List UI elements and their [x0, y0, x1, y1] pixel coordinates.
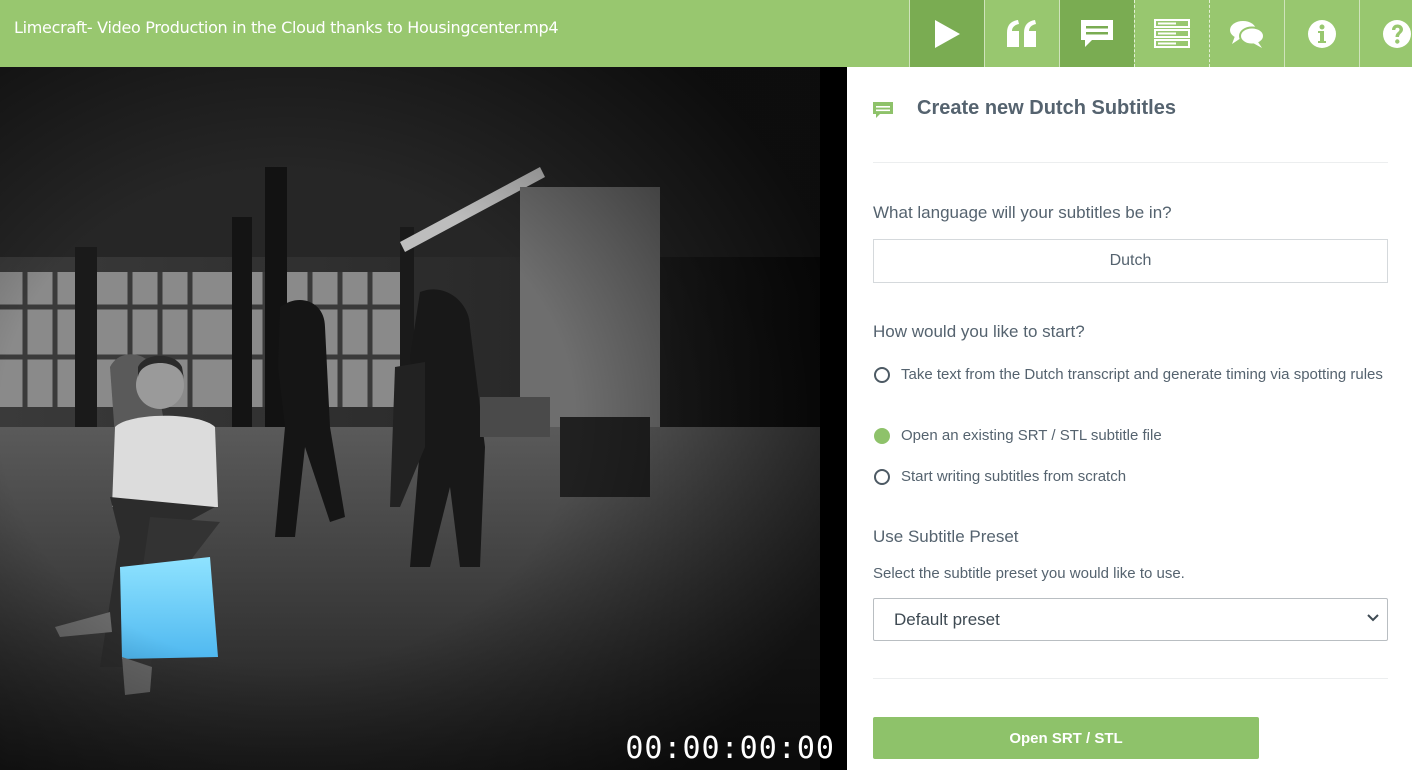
preset-select[interactable]: Default preset — [873, 598, 1388, 641]
option-open-srt-stl[interactable]: Open an existing SRT / STL subtitle file — [873, 425, 1388, 446]
toolbar — [909, 0, 1412, 67]
start-question: How would you like to start? — [873, 322, 1085, 341]
help-button[interactable] — [1359, 0, 1412, 67]
help-icon — [1383, 19, 1411, 48]
subtitle-icon — [1081, 19, 1113, 47]
info-button[interactable] — [1284, 0, 1359, 67]
video-frame — [0, 67, 847, 770]
option-from-transcript[interactable]: Take text from the Dutch transcript and … — [873, 364, 1388, 385]
language-field[interactable]: Dutch — [873, 239, 1388, 283]
open-srt-stl-button[interactable]: Open SRT / STL — [873, 717, 1259, 759]
timecode: 00:00:00:00 — [625, 731, 835, 766]
shotlist-button[interactable] — [1134, 0, 1209, 67]
list-icon — [1154, 18, 1190, 48]
option-from-scratch[interactable]: Start writing subtitles from scratch — [873, 466, 1388, 487]
radio-button-checked[interactable] — [874, 428, 890, 444]
subtitle-icon — [873, 102, 893, 118]
radio-button[interactable] — [874, 367, 890, 383]
divider — [873, 678, 1388, 679]
option-label: Take text from the Dutch transcript and … — [901, 366, 1383, 383]
top-bar: Limecraft- Video Production in the Cloud… — [0, 0, 1412, 67]
option-label: Start writing subtitles from scratch — [901, 468, 1127, 485]
option-label: Open an existing SRT / STL subtitle file — [901, 427, 1162, 444]
info-icon — [1308, 19, 1336, 48]
radio-button[interactable] — [874, 469, 890, 485]
video-title: Limecraft- Video Production in the Cloud… — [14, 18, 559, 37]
panel-header: Create new Dutch Subtitles — [873, 97, 1388, 163]
subtitle-panel: Create new Dutch Subtitles What language… — [847, 67, 1412, 770]
chevron-down-icon — [1367, 614, 1379, 622]
video-player[interactable]: 00:00:00:00 — [0, 67, 847, 770]
preset-select-value: Default preset — [894, 609, 1000, 629]
comments-button[interactable] — [1209, 0, 1284, 67]
language-question: What language will your subtitles be in? — [873, 203, 1172, 222]
comments-icon — [1230, 20, 1265, 48]
panel-title: Create new Dutch Subtitles — [917, 97, 1176, 119]
play-icon — [935, 19, 960, 48]
preset-hint: Select the subtitle preset you would lik… — [873, 565, 1185, 582]
preset-heading: Use Subtitle Preset — [873, 527, 1019, 546]
quote-icon — [1007, 19, 1036, 47]
subtitles-button[interactable] — [1059, 0, 1134, 67]
play-button[interactable] — [909, 0, 984, 67]
transcript-button[interactable] — [984, 0, 1059, 67]
